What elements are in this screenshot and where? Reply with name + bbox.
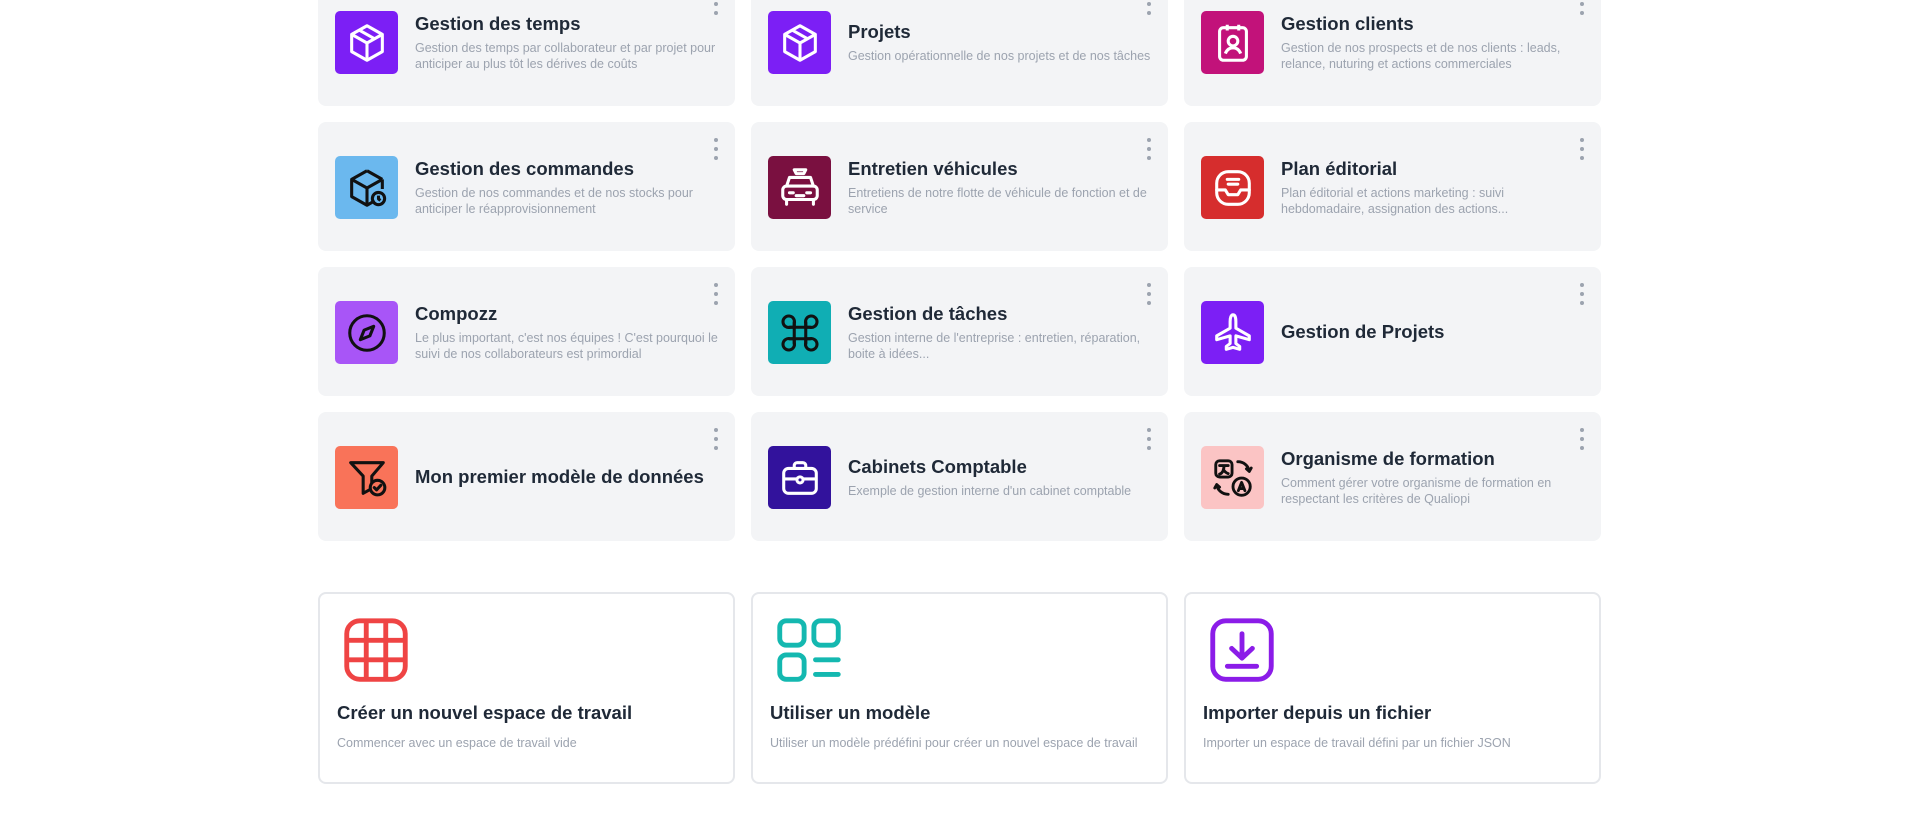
workspace-title: Gestion des temps <box>415 12 581 34</box>
action-card[interactable]: Créer un nouvel espace de travail Commenc… <box>318 592 735 784</box>
workspace-grid: Gestion des temps Gestion des temps par c… <box>318 0 1601 541</box>
workspace-card[interactable]: Gestion clients Gestion de nos prospects … <box>1184 0 1601 106</box>
workspace-description: Entretiens de notre flotte de véhicule d… <box>848 185 1147 216</box>
workspace-title: Compozz <box>415 302 498 324</box>
more-options-icon[interactable] <box>711 138 721 160</box>
workspace-title: Gestion clients <box>1281 12 1414 34</box>
workspace-title: Mon premier modèle de données <box>415 465 704 487</box>
workspace-description: Le plus important, c'est nos équipes ! C… <box>415 330 718 361</box>
grid-icon <box>337 611 415 689</box>
inbox-icon <box>1201 156 1264 219</box>
more-options-icon[interactable] <box>711 283 721 305</box>
action-title: Utiliser un modèle <box>770 702 931 723</box>
workspace-description: Gestion de nos prospects et de nos clien… <box>1281 40 1561 71</box>
workspace-card[interactable]: Plan éditorial Plan éditorial et actions … <box>1184 122 1601 251</box>
funnel-check-icon <box>335 446 398 509</box>
plane-icon <box>1201 301 1264 364</box>
workspace-description: Gestion opérationnelle de nos projets et… <box>848 48 1151 63</box>
workspace-title: Plan éditorial <box>1281 157 1398 179</box>
workspace-description: Gestion interne de l'entreprise : entret… <box>848 330 1141 361</box>
more-options-icon[interactable] <box>711 428 721 450</box>
workspace-description: Gestion des temps par collaborateur et p… <box>415 40 716 71</box>
cube-icon <box>768 11 831 74</box>
cube-icon <box>335 11 398 74</box>
command-icon <box>768 301 831 364</box>
import-icon <box>1203 611 1281 689</box>
workspace-description: Comment gérer votre organisme de formati… <box>1281 475 1552 506</box>
workspace-card[interactable]: Organisme de formation Comment gérer votr… <box>1184 412 1601 541</box>
workspace-card[interactable]: Cabinets Comptable Exemple de gestion int… <box>751 412 1168 541</box>
workspace-title: Gestion des commandes <box>415 157 634 179</box>
more-options-icon[interactable] <box>1577 138 1587 160</box>
workspace-card[interactable]: Gestion des commandes Gestion de nos comm… <box>318 122 735 251</box>
workspace-title: Cabinets Comptable <box>848 455 1027 477</box>
workspace-title: Gestion de Projets <box>1281 320 1445 342</box>
briefcase-icon <box>768 446 831 509</box>
car-icon <box>768 156 831 219</box>
more-options-icon[interactable] <box>711 0 721 15</box>
workspace-card[interactable]: Compozz Le plus important, c'est nos équi… <box>318 267 735 396</box>
more-options-icon[interactable] <box>1144 0 1154 15</box>
workspace-title: Gestion de tâches <box>848 302 1008 324</box>
template-icon <box>770 611 848 689</box>
workspace-card[interactable]: Gestion de Projets <box>1184 267 1601 396</box>
workspace-card[interactable]: Mon premier modèle de données <box>318 412 735 541</box>
translate-icon <box>1201 446 1264 509</box>
compass-icon <box>335 301 398 364</box>
action-title: Créer un nouvel espace de travail <box>337 702 633 723</box>
workspace-title: Entretien véhicules <box>848 157 1018 179</box>
action-card[interactable]: Utiliser un modèle Utiliser un modèle pré… <box>751 592 1168 784</box>
more-options-icon[interactable] <box>1144 428 1154 450</box>
contact-badge-icon <box>1201 11 1264 74</box>
more-options-icon[interactable] <box>1577 0 1587 15</box>
workspace-card[interactable]: Projets Gestion opérationnelle de nos pro… <box>751 0 1168 106</box>
action-description: Utiliser un modèle prédéfini pour créer … <box>770 736 1138 750</box>
workspace-description: Exemple de gestion interne d'un cabinet … <box>848 483 1132 498</box>
action-description: Importer un espace de travail défini par… <box>1203 736 1511 750</box>
action-title: Importer depuis un fichier <box>1203 702 1432 723</box>
action-card[interactable]: Importer depuis un fichier Importer un es… <box>1184 592 1601 784</box>
more-options-icon[interactable] <box>1144 138 1154 160</box>
workspace-card[interactable]: Gestion des temps Gestion des temps par c… <box>318 0 735 106</box>
workspace-description: Gestion de nos commandes et de nos stock… <box>415 185 693 216</box>
create-actions: Créer un nouvel espace de travail Commenc… <box>318 592 1601 784</box>
workspace-title: Projets <box>848 20 911 42</box>
more-options-icon[interactable] <box>1577 428 1587 450</box>
workspace-description: Plan éditorial et actions marketing : su… <box>1281 185 1509 216</box>
more-options-icon[interactable] <box>1144 283 1154 305</box>
workspace-card[interactable]: Gestion de tâches Gestion interne de l'en… <box>751 267 1168 396</box>
more-options-icon[interactable] <box>1577 283 1587 305</box>
workspace-title: Organisme de formation <box>1281 447 1495 469</box>
workspace-card[interactable]: Entretien véhicules Entretiens de notre f… <box>751 122 1168 251</box>
package-clock-icon <box>335 156 398 219</box>
action-description: Commencer avec un espace de travail vide <box>337 736 577 750</box>
